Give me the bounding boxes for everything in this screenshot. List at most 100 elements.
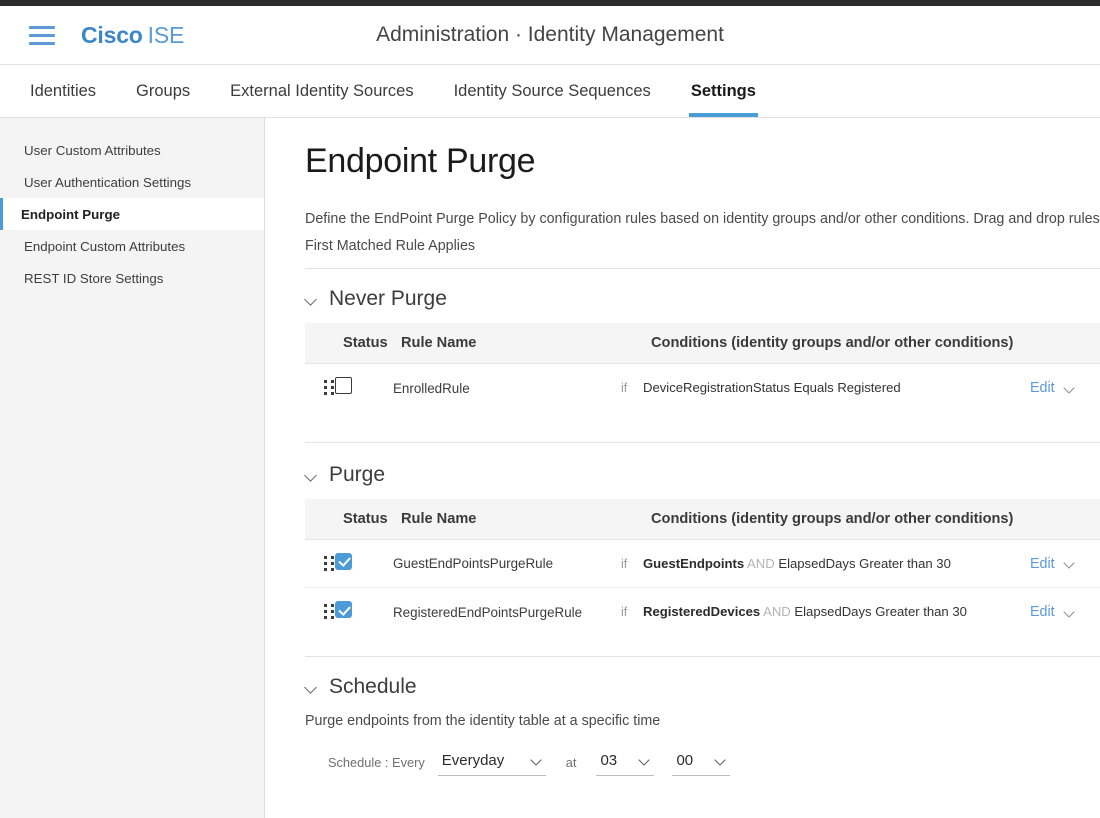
- grip-cell: [305, 380, 335, 396]
- divider: [305, 442, 1100, 443]
- chevron-down-icon: [715, 755, 726, 766]
- table-header-row: Status Rule Name Conditions (identity gr…: [305, 499, 1100, 540]
- never-purge-table: Status Rule Name Conditions (identity gr…: [305, 323, 1100, 412]
- tab-identity-source-sequences-label: Identity Source Sequences: [453, 81, 651, 100]
- section-schedule: Schedule Purge endpoints from the identi…: [305, 675, 1100, 776]
- chevron-down-icon: [305, 293, 318, 306]
- tab-external-identity-sources[interactable]: External Identity Sources: [230, 65, 413, 117]
- status-cell: [335, 552, 393, 575]
- header-status: Status: [343, 335, 388, 351]
- schedule-hour-value: 03: [600, 752, 618, 769]
- rule-status-checkbox[interactable]: [335, 377, 352, 394]
- settings-sidebar: User Custom Attributes User Authenticati…: [0, 118, 265, 818]
- tab-settings[interactable]: Settings: [688, 65, 759, 117]
- section-never-purge: Never Purge Status Rule Name Conditions …: [305, 287, 1100, 443]
- status-cell: [335, 377, 393, 399]
- schedule-minute-dropdown[interactable]: 00: [672, 752, 731, 776]
- table-row: GuestEndPointsPurgeRule if GuestEndpoint…: [305, 540, 1100, 588]
- tab-identities[interactable]: Identities: [30, 65, 96, 117]
- table-header-row: Status Rule Name Conditions (identity gr…: [305, 323, 1100, 364]
- edit-label: Edit: [1030, 555, 1055, 572]
- page-description-line-1: Define the EndPoint Purge Policy by conf…: [305, 211, 1100, 227]
- sidebar-item-label: Endpoint Purge: [21, 206, 120, 222]
- hamburger-bar-2: [29, 33, 55, 37]
- sidebar-item-endpoint-custom-attributes[interactable]: Endpoint Custom Attributes: [0, 230, 264, 262]
- section-never-purge-title: Never Purge: [329, 287, 447, 310]
- chevron-down-icon: [305, 681, 318, 694]
- app-header: Cisco ISE Administration · Identity Manag…: [0, 6, 1100, 65]
- rule-status-checkbox[interactable]: [335, 552, 352, 570]
- header-conditions: Conditions (identity groups and/or other…: [651, 511, 1014, 527]
- schedule-at-label: at: [565, 755, 577, 770]
- chevron-down-icon: [639, 755, 650, 766]
- condition-cell: DeviceRegistrationStatus Equals Register…: [643, 379, 1030, 397]
- edit-cell: Edit: [1030, 555, 1100, 573]
- sidebar-item-user-authentication-settings[interactable]: User Authentication Settings: [0, 166, 264, 198]
- main-content: Endpoint Purge Define the EndPoint Purge…: [265, 118, 1100, 818]
- sidebar-item-endpoint-purge[interactable]: Endpoint Purge: [0, 198, 264, 230]
- section-never-purge-header[interactable]: Never Purge: [305, 287, 1100, 311]
- schedule-subtitle: Purge endpoints from the identity table …: [305, 713, 661, 729]
- edit-label: Edit: [1030, 380, 1055, 396]
- chevron-down-icon: [1064, 607, 1075, 618]
- section-purge-header[interactable]: Purge: [305, 463, 1100, 487]
- hamburger-bar-3: [29, 41, 55, 45]
- sidebar-item-rest-id-store-settings[interactable]: REST ID Store Settings: [0, 262, 264, 294]
- drag-handle-icon[interactable]: [324, 555, 335, 572]
- if-label: if: [621, 556, 628, 571]
- sidebar-item-label: Endpoint Custom Attributes: [24, 238, 186, 254]
- brand-logo[interactable]: Cisco ISE: [81, 22, 184, 49]
- rule-status-checkbox[interactable]: [335, 601, 352, 618]
- purge-table: Status Rule Name Conditions (identity gr…: [305, 499, 1100, 636]
- edit-rule-button[interactable]: Edit: [1030, 556, 1075, 572]
- table-row: EnrolledRule if DeviceRegistrationStatus…: [305, 364, 1100, 412]
- hamburger-menu-icon[interactable]: [29, 25, 55, 45]
- edit-label: Edit: [1030, 604, 1055, 620]
- schedule-controls: Schedule : Every Everyday at 03 00: [305, 752, 1100, 776]
- edit-rule-button[interactable]: Edit: [1030, 380, 1075, 396]
- rule-name-cell: GuestEndPointsPurgeRule: [393, 556, 554, 571]
- page-body: User Custom Attributes User Authenticati…: [0, 118, 1100, 818]
- edit-cell: Edit: [1030, 603, 1100, 621]
- if-label: if: [621, 381, 628, 395]
- chevron-down-icon: [531, 755, 542, 766]
- edit-rule-button[interactable]: Edit: [1030, 604, 1075, 620]
- sidebar-item-user-custom-attributes[interactable]: User Custom Attributes: [0, 134, 264, 166]
- section-purge-title: Purge: [329, 463, 386, 486]
- divider: [305, 268, 1100, 269]
- header-conditions: Conditions (identity groups and/or other…: [651, 335, 1014, 351]
- condition-text: ElapsedDays Greater than 30: [778, 555, 951, 571]
- condition-operator: AND: [747, 555, 775, 571]
- brand-ise-text: ISE: [147, 21, 185, 48]
- grip-cell: [305, 604, 335, 620]
- schedule-frequency-value: Everyday: [441, 752, 505, 769]
- brand-cisco-text: Cisco: [81, 21, 143, 48]
- main-tab-bar: Identities Groups External Identity Sour…: [0, 65, 1100, 118]
- schedule-frequency-dropdown[interactable]: Everyday: [437, 752, 546, 776]
- header-rule-name: Rule Name: [401, 511, 477, 527]
- condition-cell: GuestEndpoints AND ElapsedDays Greater t…: [643, 555, 1030, 573]
- header-rule-name: Rule Name: [401, 335, 477, 351]
- page-title: Endpoint Purge: [305, 142, 536, 180]
- edit-cell: Edit: [1030, 379, 1100, 397]
- section-schedule-header[interactable]: Schedule: [305, 675, 1100, 699]
- hamburger-bar-1: [29, 25, 55, 29]
- chevron-down-icon: [1064, 558, 1075, 569]
- if-label: if: [621, 605, 628, 619]
- drag-handle-icon[interactable]: [324, 604, 335, 620]
- status-cell: [335, 601, 393, 623]
- grip-cell: [305, 555, 335, 572]
- chevron-down-icon: [1064, 383, 1075, 394]
- sidebar-item-label: REST ID Store Settings: [24, 270, 164, 286]
- drag-handle-icon[interactable]: [324, 380, 335, 396]
- rule-name-cell: EnrolledRule: [393, 380, 470, 396]
- page-description-line-2: First Matched Rule Applies: [305, 238, 476, 254]
- tab-groups[interactable]: Groups: [136, 65, 190, 117]
- schedule-hour-dropdown[interactable]: 03: [596, 752, 655, 776]
- section-purge: Purge Status Rule Name Conditions (ident…: [305, 463, 1100, 657]
- schedule-every-label: Schedule : Every: [328, 755, 425, 770]
- tab-external-identity-sources-label: External Identity Sources: [230, 81, 414, 100]
- sidebar-item-label: User Authentication Settings: [24, 174, 192, 190]
- tab-identity-source-sequences[interactable]: Identity Source Sequences: [454, 65, 651, 117]
- sidebar-item-label: User Custom Attributes: [24, 142, 161, 158]
